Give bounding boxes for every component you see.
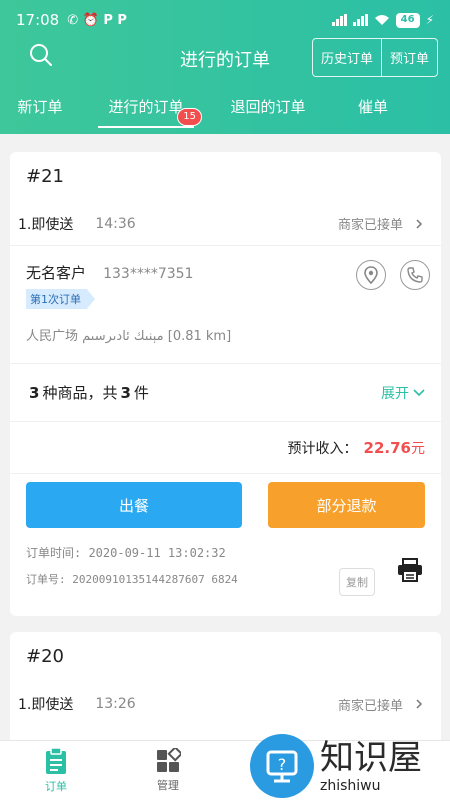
- location-pin-icon: [364, 266, 378, 284]
- chevron-right-icon: [416, 218, 423, 229]
- tab-in-progress[interactable]: 进行的订单 15: [98, 90, 202, 134]
- history-orders-button[interactable]: 历史订单: [313, 39, 381, 76]
- battery-indicator: 46: [395, 12, 420, 28]
- watermark-cn: 知识屋: [320, 738, 422, 778]
- tab-reminders[interactable]: 催单: [348, 90, 398, 134]
- nav-label: 管理: [157, 779, 179, 792]
- phone-icon: [407, 267, 423, 283]
- order-card: #21 1.即使送 14:36 商家已接单 无名客户 133****7351 第…: [10, 152, 441, 616]
- tab-label: 新订单: [17, 98, 63, 116]
- tab-badge: 15: [177, 108, 202, 126]
- watermark-logo-icon: ?: [250, 734, 314, 798]
- signal-icon-2: [352, 14, 368, 26]
- watermark: ? 知识屋 zhishiwu: [250, 732, 450, 800]
- location-button[interactable]: [356, 260, 386, 290]
- income-amount: 22.76: [363, 438, 411, 457]
- goods-kind-count: 3: [29, 383, 40, 402]
- order-status: 商家已接单: [337, 698, 403, 714]
- tab-label: 退回的订单: [230, 98, 306, 116]
- delivery-time: 14:36: [95, 215, 136, 232]
- clipboard-icon: [46, 747, 66, 774]
- income-unit: 元: [411, 440, 425, 457]
- order-number: #20: [26, 646, 64, 667]
- grid-icon: [157, 748, 181, 772]
- order-meta: 订单时间: 2020-09-11 13:02:32 订单号: 202009101…: [10, 528, 441, 604]
- expand-label: 展开: [381, 385, 409, 402]
- chevron-down-icon: [413, 388, 425, 396]
- customer-phone: 133****7351: [103, 266, 194, 282]
- svg-text:?: ?: [278, 755, 287, 774]
- nav-orders[interactable]: 订单: [0, 741, 112, 800]
- customer-section: 无名客户 133****7351 第1次订单 人民广场 مېنىك ئادىرس…: [10, 246, 441, 364]
- serve-meal-button[interactable]: 出餐: [26, 482, 242, 528]
- tab-label: 进行的订单: [108, 98, 184, 116]
- goods-summary: 3 种商品，共 3 件 展开: [10, 364, 441, 422]
- chevron-right-icon: [416, 699, 423, 709]
- delivery-type: 1.即使送: [18, 216, 74, 233]
- income-label: 预计收入：: [287, 440, 358, 457]
- order-number: #21: [26, 166, 64, 187]
- first-order-tag: 第1次订单: [26, 289, 95, 309]
- charging-icon: ⚡: [425, 13, 434, 27]
- order-status-row[interactable]: 1.即使送 13:26 商家已接单: [10, 682, 441, 726]
- print-icon[interactable]: [397, 558, 423, 582]
- wifi-icon: [374, 15, 389, 25]
- tab-label: 催单: [357, 98, 388, 116]
- customer-name: 无名客户: [26, 264, 87, 282]
- order-status: 商家已接单: [337, 218, 403, 233]
- status-time: 17:08: [16, 11, 60, 29]
- partial-refund-button[interactable]: 部分退款: [268, 482, 425, 528]
- order-status-row[interactable]: 1.即使送 14:36 商家已接单: [10, 202, 441, 246]
- order-tabs: 新订单 进行的订单 15 退回的订单 催单: [0, 90, 450, 134]
- nav-label: 订单: [45, 780, 67, 793]
- search-icon: [30, 44, 52, 66]
- goods-text: 种商品，共: [42, 384, 118, 402]
- search-button[interactable]: [28, 42, 56, 70]
- tab-returned[interactable]: 退回的订单: [216, 90, 320, 134]
- tab-new-orders[interactable]: 新订单: [0, 90, 80, 134]
- delivery-type: 1.即使送: [18, 697, 74, 713]
- customer-address: 人民广场 مېنىك ئادىرسىم [0.81 km]: [26, 329, 232, 344]
- nav-manage[interactable]: 管理: [112, 741, 224, 800]
- order-time: 订单时间: 2020-09-11 13:02:32: [26, 546, 226, 560]
- call-button[interactable]: [400, 260, 430, 290]
- copy-button[interactable]: 复制: [339, 568, 375, 596]
- signal-icon: [331, 14, 347, 26]
- goods-unit: 件: [133, 384, 149, 402]
- income-row: 预计收入： 22.76 元: [10, 422, 441, 474]
- preorders-button[interactable]: 预订单: [380, 39, 437, 76]
- header-actions: 历史订单 预订单: [311, 38, 438, 77]
- expand-button[interactable]: 展开: [381, 383, 425, 403]
- status-icons: ✆ ⏰ P P: [67, 12, 127, 28]
- status-bar: 17:08 ✆ ⏰ P P 46 ⚡: [0, 0, 450, 40]
- app-header: 17:08 ✆ ⏰ P P 46 ⚡ 进行的订单 历史订单 预订单 新订单 进行…: [0, 0, 450, 134]
- watermark-en: zhishiwu: [320, 778, 381, 794]
- goods-qty: 3: [120, 383, 131, 402]
- delivery-time: 13:26: [95, 696, 136, 712]
